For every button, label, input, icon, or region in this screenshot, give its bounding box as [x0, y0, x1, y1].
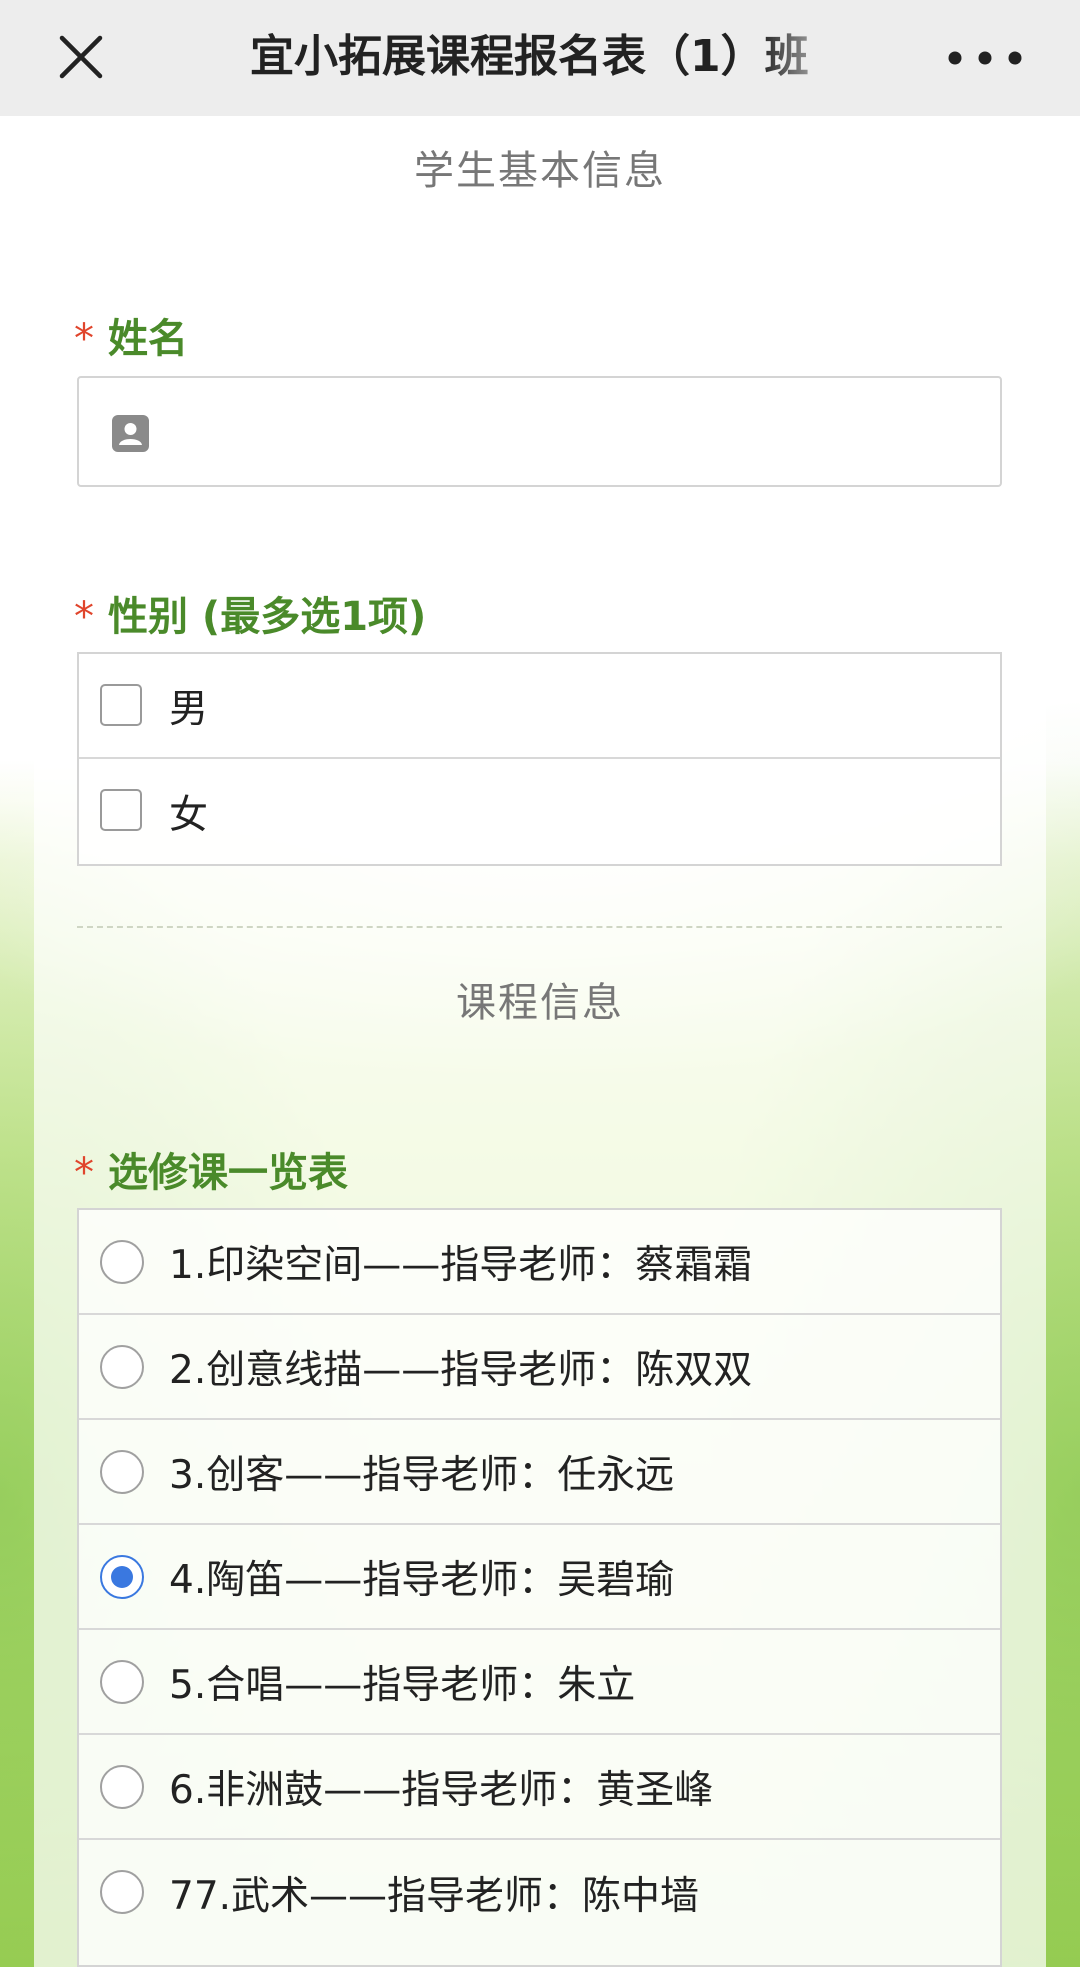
course-label: 选修课一览表 — [108, 1150, 348, 1196]
radio-button[interactable] — [100, 1345, 144, 1389]
option-label: 5.合唱——指导老师：朱立 — [169, 1662, 636, 1708]
radio-button[interactable] — [100, 1450, 144, 1494]
name-input[interactable] — [77, 376, 1002, 487]
close-button[interactable] — [52, 28, 110, 86]
section-title-course-info: 课程信息 — [456, 980, 624, 1026]
radio-button[interactable] — [100, 1240, 144, 1284]
checkbox[interactable] — [100, 684, 142, 726]
close-icon — [59, 35, 103, 79]
option-label: 4.陶笛——指导老师：吴碧瑜 — [169, 1557, 675, 1603]
course-question-label: * 选修课一览表 — [74, 1140, 348, 1198]
radio-button[interactable] — [100, 1870, 144, 1914]
person-card-icon — [112, 415, 149, 452]
option-label: 男 — [169, 686, 209, 732]
gender-question-label: * 性别 (最多选1项) — [74, 584, 426, 642]
navigation-bar: 宜小拓展课程报名表（1）班 — [0, 0, 1080, 116]
option-label: 1.印染空间——指导老师：蔡霜霜 — [169, 1242, 753, 1288]
section-divider — [77, 926, 1002, 928]
gender-option-male[interactable]: 男 — [79, 654, 1000, 759]
course-option[interactable]: 77.武术——指导老师：陈中墙 — [79, 1840, 1000, 1945]
section-title-student-info: 学生基本信息 — [414, 148, 666, 194]
radio-button[interactable] — [100, 1765, 144, 1809]
gender-option-female[interactable]: 女 — [79, 759, 1000, 864]
course-option-selected[interactable]: 4.陶笛——指导老师：吴碧瑜 — [79, 1525, 1000, 1630]
more-dots-icon — [948, 51, 1022, 65]
gender-options: 男 女 — [77, 652, 1002, 866]
course-option[interactable]: 1.印染空间——指导老师：蔡霜霜 — [79, 1210, 1000, 1315]
option-label: 女 — [169, 792, 209, 838]
checkbox[interactable] — [100, 789, 142, 831]
required-mark: * — [74, 594, 94, 640]
course-option[interactable]: 5.合唱——指导老师：朱立 — [79, 1630, 1000, 1735]
option-label: 77.武术——指导老师：陈中墙 — [169, 1873, 700, 1919]
name-label: 姓名 — [108, 316, 188, 362]
gender-label: 性别 (最多选1项) — [108, 594, 427, 640]
radio-button-selected[interactable] — [100, 1555, 144, 1599]
required-mark: * — [74, 1150, 94, 1196]
option-label: 2.创意线描——指导老师：陈双双 — [169, 1347, 753, 1393]
more-button[interactable] — [940, 36, 1030, 80]
course-option[interactable]: 2.创意线描——指导老师：陈双双 — [79, 1315, 1000, 1420]
radio-button[interactable] — [100, 1660, 144, 1704]
required-mark: * — [74, 316, 94, 362]
course-option[interactable]: 3.创客——指导老师：任永远 — [79, 1420, 1000, 1525]
option-label: 3.创客——指导老师：任永远 — [169, 1452, 675, 1498]
course-options: 1.印染空间——指导老师：蔡霜霜 2.创意线描——指导老师：陈双双 3.创客——… — [77, 1208, 1002, 1967]
option-label: 6.非洲鼓——指导老师：黄圣峰 — [169, 1767, 714, 1813]
name-question-label: * 姓名 — [74, 306, 188, 364]
course-option[interactable]: 6.非洲鼓——指导老师：黄圣峰 — [79, 1735, 1000, 1840]
page-title: 宜小拓展课程报名表（1）班 — [250, 31, 809, 82]
